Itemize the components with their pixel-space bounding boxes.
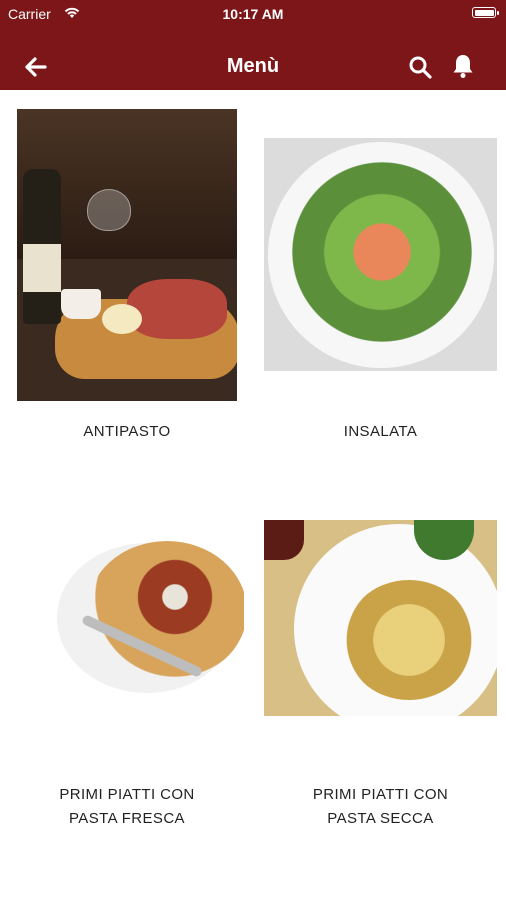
pasta-fresca-label[interactable]: PRIMI PIATTI CON PASTA FRESCA [17, 783, 237, 831]
antipasto-image[interactable] [17, 109, 237, 401]
pasta-secca-label[interactable]: PRIMI PIATTI CON PASTA SECCA [264, 783, 497, 831]
bell-icon[interactable] [451, 53, 475, 79]
insalata-label[interactable]: INSALATA [264, 420, 497, 444]
antipasto-label[interactable]: ANTIPASTO [17, 420, 237, 444]
app-header: Carrier 10:17 AM Menù [0, 0, 506, 90]
pasta-fresca-image[interactable] [17, 531, 244, 698]
search-icon[interactable] [408, 55, 432, 79]
pasta-fresca-label-line2: PASTA FRESCA [69, 810, 185, 827]
insalata-image[interactable] [264, 138, 497, 371]
nav-bar: Menù [0, 45, 506, 89]
pasta-secca-label-line2: PASTA SECCA [327, 810, 434, 827]
pasta-fresca-label-line1: PRIMI PIATTI CON [59, 786, 195, 803]
status-bar: Carrier 10:17 AM [0, 0, 506, 28]
pasta-secca-label-line1: PRIMI PIATTI CON [312, 786, 449, 803]
clock: 10:17 AM [222, 6, 284, 22]
battery-icon [472, 7, 499, 18]
pasta-secca-image[interactable] [264, 520, 497, 716]
